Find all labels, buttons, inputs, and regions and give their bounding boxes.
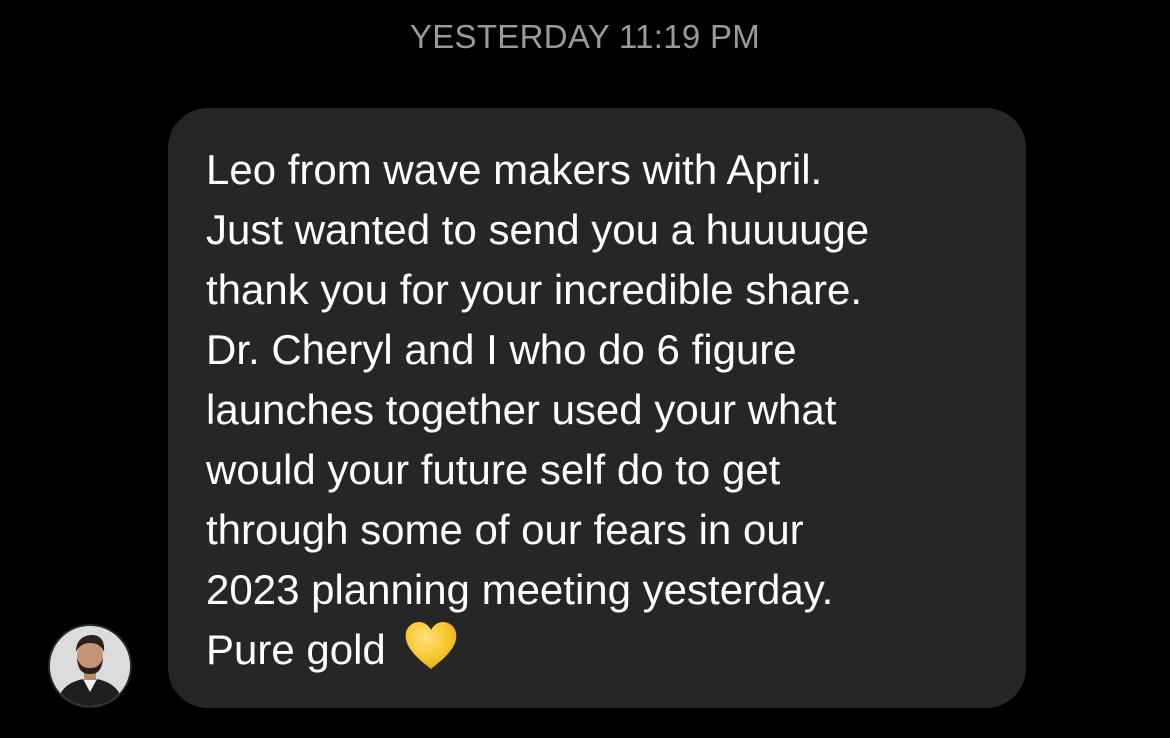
message-line-last: Pure gold bbox=[206, 620, 996, 688]
message-line: 2023 planning meeting yesterday. bbox=[206, 566, 834, 613]
message-line: Just wanted to send you a huuuuge bbox=[206, 206, 870, 253]
message-row: Leo from wave makers with April. Just wa… bbox=[0, 108, 1170, 708]
message-line: launches together used your what bbox=[206, 386, 837, 433]
yellow-heart-icon bbox=[404, 620, 458, 688]
message-line: would your future self do to get bbox=[206, 446, 781, 493]
avatar-photo bbox=[50, 626, 130, 706]
message-line: Leo from wave makers with April. bbox=[206, 146, 823, 193]
message-bubble[interactable]: Leo from wave makers with April. Just wa… bbox=[168, 108, 1026, 708]
avatar[interactable] bbox=[50, 626, 130, 706]
timestamp: YESTERDAY 11:19 PM bbox=[409, 18, 761, 55]
message-text-end: Pure gold bbox=[206, 626, 386, 673]
message-line: thank you for your incredible share. bbox=[206, 266, 863, 313]
message-line: Dr. Cheryl and I who do 6 figure bbox=[206, 326, 797, 373]
message-line: through some of our fears in our bbox=[206, 506, 804, 553]
